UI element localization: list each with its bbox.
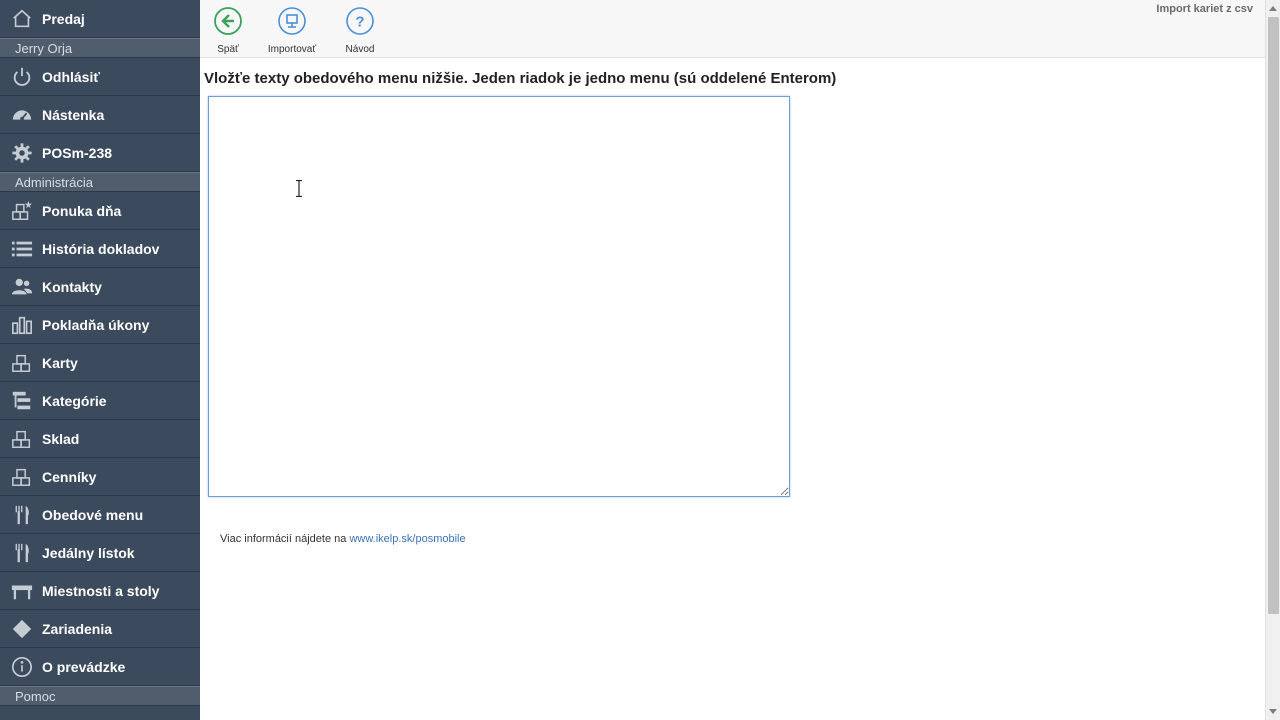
import-button-label: Importovať	[267, 44, 317, 55]
text-cursor-icon	[296, 180, 302, 197]
scroll-down-icon[interactable]	[1269, 709, 1277, 714]
table-icon	[0, 580, 42, 602]
boxes-icon	[0, 466, 42, 488]
sidebar-item-karty[interactable]: Karty	[0, 344, 200, 382]
sidebar-item-label: Nástenka	[42, 106, 105, 123]
sidebar-item-label: Kontakty	[42, 278, 102, 295]
guide-button-label: Návod	[345, 44, 375, 55]
sidebar-item-label: Pokladňa úkony	[42, 316, 150, 333]
sidebar-item-label: Obedové menu	[42, 506, 144, 523]
diamond-icon	[0, 618, 42, 640]
bar-chart-icon	[0, 314, 42, 336]
boxes-star-icon	[0, 200, 42, 222]
sidebar-item-kategorie[interactable]: Kategórie	[0, 382, 200, 420]
power-icon	[0, 66, 42, 88]
footer-text: Viac informácií nájdete na	[220, 533, 347, 545]
boxes-icon	[0, 428, 42, 450]
sidebar-item-label: Ponuka dňa	[42, 202, 122, 219]
section-header-admin: Administrácia	[0, 172, 200, 192]
cutlery-icon	[0, 504, 42, 526]
gear-icon	[0, 142, 42, 164]
page-title: Import kariet z csv	[1156, 3, 1253, 15]
sidebar-item-label: O prevádzke	[42, 658, 126, 675]
sidebar-item-pokladna[interactable]: Pokladňa úkony	[0, 306, 200, 344]
users-icon	[0, 276, 42, 298]
import-icon	[277, 6, 307, 41]
sidebar-item-predaj[interactable]: Predaj	[0, 0, 200, 38]
scroll-thumb[interactable]	[1268, 17, 1279, 614]
sidebar-item-label: Sklad	[42, 430, 80, 447]
sidebar: Predaj Jerry Orja Odhlásiť Nástenka POSm…	[0, 0, 200, 720]
home-icon	[0, 8, 42, 30]
tree-icon	[0, 390, 42, 412]
sidebar-item-label: Zariadenia	[42, 620, 113, 637]
sidebar-item-posm[interactable]: POSm-238	[0, 134, 200, 172]
sidebar-item-label: Miestnosti a stoly	[42, 582, 160, 599]
sidebar-item-label: POSm-238	[42, 144, 113, 161]
sidebar-item-label: Predaj	[42, 10, 85, 27]
scroll-up-icon[interactable]	[1269, 6, 1277, 11]
svg-text:?: ?	[355, 14, 364, 31]
info-icon	[0, 656, 42, 678]
sidebar-item-label: História dokladov	[42, 240, 160, 257]
import-button[interactable]: Importovať	[257, 6, 327, 55]
menu-textarea[interactable]	[208, 96, 790, 497]
sidebar-item-logout[interactable]: Odhlásiť	[0, 58, 200, 96]
list-icon	[0, 238, 42, 260]
sidebar-item-cenniky[interactable]: Cenníky	[0, 458, 200, 496]
sidebar-item-label: Odhlásiť	[42, 68, 101, 85]
sidebar-item-historia[interactable]: História dokladov	[0, 230, 200, 268]
sidebar-item-kontakty[interactable]: Kontakty	[0, 268, 200, 306]
footer-info: Viac informácií nájdete na www.ikelp.sk/…	[220, 533, 466, 545]
sidebar-item-miestnosti[interactable]: Miestnosti a stoly	[0, 572, 200, 610]
sidebar-item-sklad[interactable]: Sklad	[0, 420, 200, 458]
back-button[interactable]: Späť	[193, 6, 263, 55]
sidebar-item-label: Jedálny lístok	[42, 544, 135, 561]
section-header-help: Pomoc	[0, 686, 200, 706]
sidebar-item-o-prevadzke[interactable]: O prevádzke	[0, 648, 200, 686]
sidebar-item-label: Cenníky	[42, 468, 97, 485]
sidebar-item-dashboard[interactable]: Nástenka	[0, 96, 200, 134]
sidebar-item-label: Kategórie	[42, 392, 107, 409]
user-name-header: Jerry Orja	[0, 38, 200, 58]
scrollbar[interactable]	[1265, 0, 1280, 720]
sidebar-item-label: Karty	[42, 354, 78, 371]
sidebar-item-ponuka-dna[interactable]: Ponuka dňa	[0, 192, 200, 230]
sidebar-item-jedalny-listok[interactable]: Jedálny lístok	[0, 534, 200, 572]
sidebar-item-zariadenia[interactable]: Zariadenia	[0, 610, 200, 648]
sidebar-item-obedove-menu[interactable]: Obedové menu	[0, 496, 200, 534]
instruction-heading: Vložťe texty obedového menu nižšie. Jede…	[204, 70, 837, 87]
back-button-label: Späť	[217, 44, 239, 55]
cutlery-icon	[0, 542, 42, 564]
arrow-left-icon	[213, 6, 243, 41]
boxes-icon	[0, 352, 42, 374]
guide-button[interactable]: ? Návod	[325, 6, 395, 55]
toolbar: Späť Importovať ? Návod Import kariet z …	[200, 0, 1265, 58]
footer-link[interactable]: www.ikelp.sk/posmobile	[349, 533, 465, 545]
dashboard-icon	[0, 104, 42, 126]
help-icon: ?	[345, 6, 375, 41]
